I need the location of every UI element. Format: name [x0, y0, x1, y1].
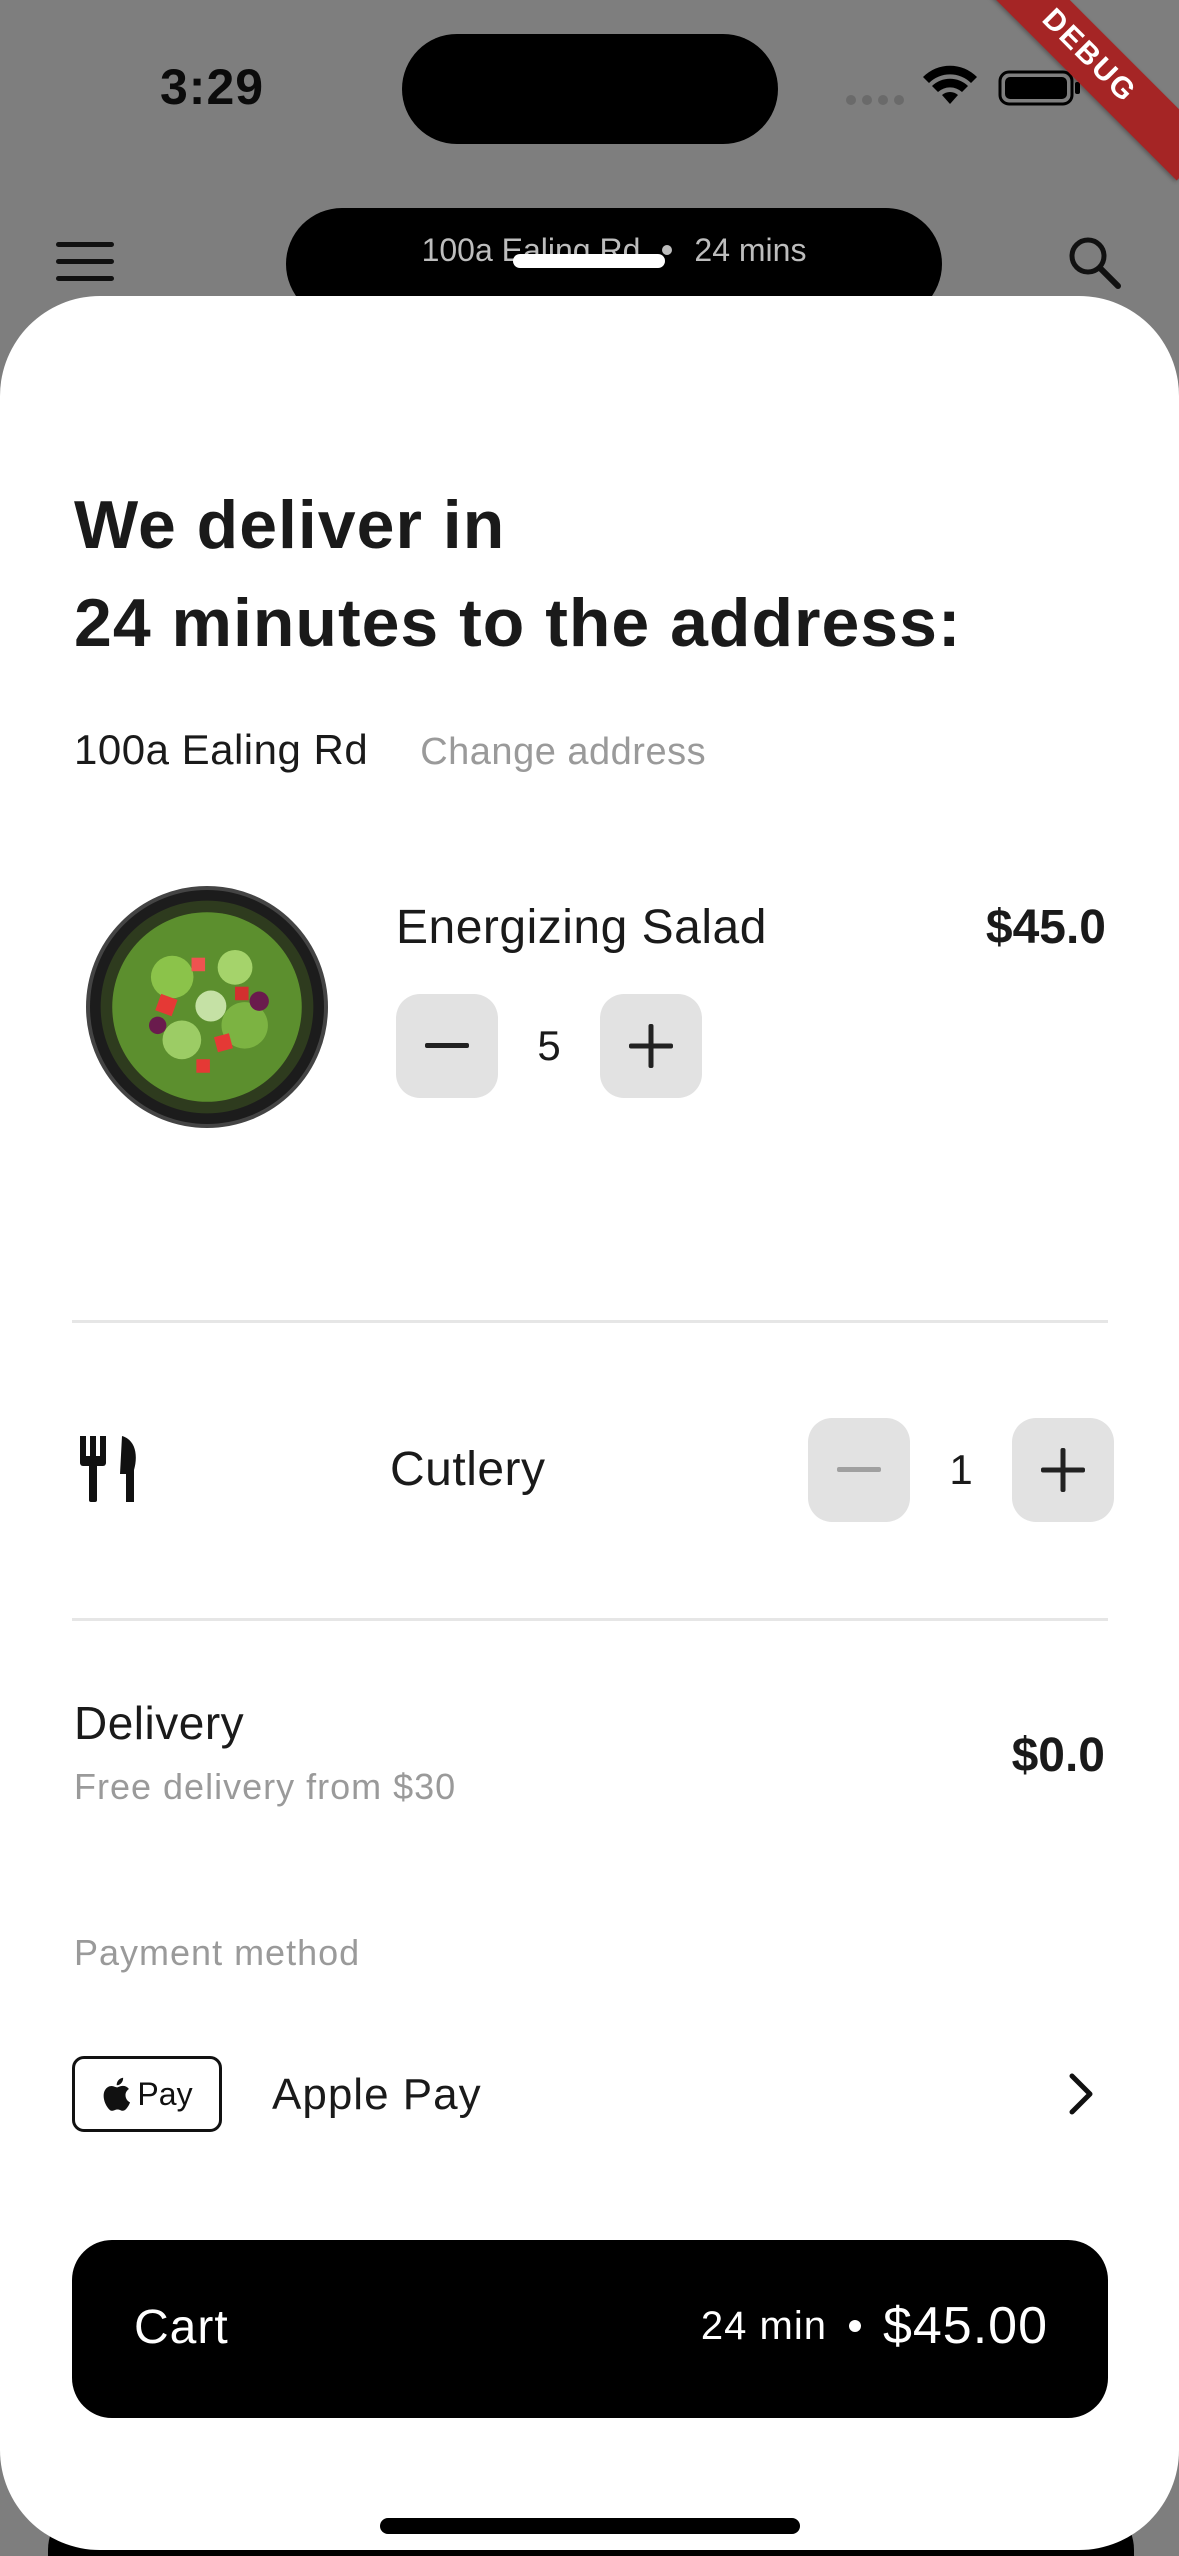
delivery-title: Delivery [74, 1697, 245, 1749]
increment-button[interactable] [600, 994, 702, 1098]
item-quantity-stepper: 5 [396, 994, 702, 1098]
address-pill-eta: 24 mins [694, 231, 807, 268]
payment-method-name: Apple Pay [272, 2070, 482, 2119]
payment-method-row[interactable]: Pay Apple Pay [72, 2056, 1106, 2132]
change-address-link[interactable]: Change address [420, 731, 706, 774]
separator-dot [848, 2320, 861, 2332]
salad-bowl-image [86, 886, 328, 1128]
decrement-button[interactable] [396, 994, 498, 1098]
item-name: Energizing Salad [396, 901, 767, 954]
signal-dots-icon [846, 95, 906, 107]
cart-button[interactable]: Cart 24 min $45.00 [72, 2240, 1108, 2418]
wifi-icon [923, 65, 977, 104]
cart-eta: 24 min [700, 2303, 827, 2348]
divider [72, 1320, 1108, 1323]
home-indicator[interactable] [380, 2518, 800, 2534]
delivery-address: 100a Ealing Rd [74, 726, 369, 773]
search-icon[interactable] [1064, 232, 1124, 292]
page-title: We deliver in 24 minutes to the address: [74, 476, 1114, 672]
apple-logo-icon [104, 2077, 131, 2111]
address-row: 100a Ealing Rd Change address [74, 726, 706, 774]
cart-sheet: We deliver in 24 minutes to the address:… [0, 296, 1179, 2550]
separator-dot [662, 245, 673, 255]
status-bar: 3:29 [0, 0, 1179, 175]
minus-icon [425, 1043, 469, 1048]
apple-pay-badge-text: Pay [137, 2075, 193, 2112]
plus-icon [1041, 1448, 1085, 1492]
divider [72, 1618, 1108, 1621]
plus-icon [629, 1024, 673, 1068]
cart-label: Cart [134, 2301, 229, 2354]
status-time: 3:29 [160, 59, 265, 115]
cart-total: $45.00 [882, 2297, 1048, 2355]
menu-icon[interactable] [56, 242, 114, 282]
cart-summary: 24 min $45.00 [701, 2296, 1048, 2356]
item-quantity: 5 [537, 1022, 561, 1069]
delivery-subtitle: Free delivery from $30 [74, 1766, 457, 1807]
payment-method-label: Payment method [74, 1932, 361, 1973]
delivery-price: $0.0 [1011, 1729, 1105, 1782]
minus-icon [837, 1467, 881, 1472]
dynamic-island [402, 34, 778, 144]
cutlery-decrement-button[interactable] [808, 1418, 910, 1522]
cutlery-increment-button[interactable] [1012, 1418, 1114, 1522]
fork-knife-icon [80, 1436, 136, 1502]
apple-pay-badge: Pay [72, 2056, 222, 2132]
heading-line-2: 24 minutes to the address: [74, 585, 962, 661]
cutlery-label: Cutlery [390, 1443, 546, 1496]
cart-item: Energizing Salad $45.0 5 [74, 876, 1106, 1176]
cutlery-quantity: 1 [949, 1446, 973, 1493]
sheet-grab-handle[interactable] [513, 254, 665, 268]
item-price: $45.0 [985, 901, 1106, 954]
cutlery-quantity-stepper: 1 [808, 1418, 1114, 1522]
heading-line-1: We deliver in [74, 487, 506, 563]
chevron-right-icon [1069, 2073, 1093, 2115]
